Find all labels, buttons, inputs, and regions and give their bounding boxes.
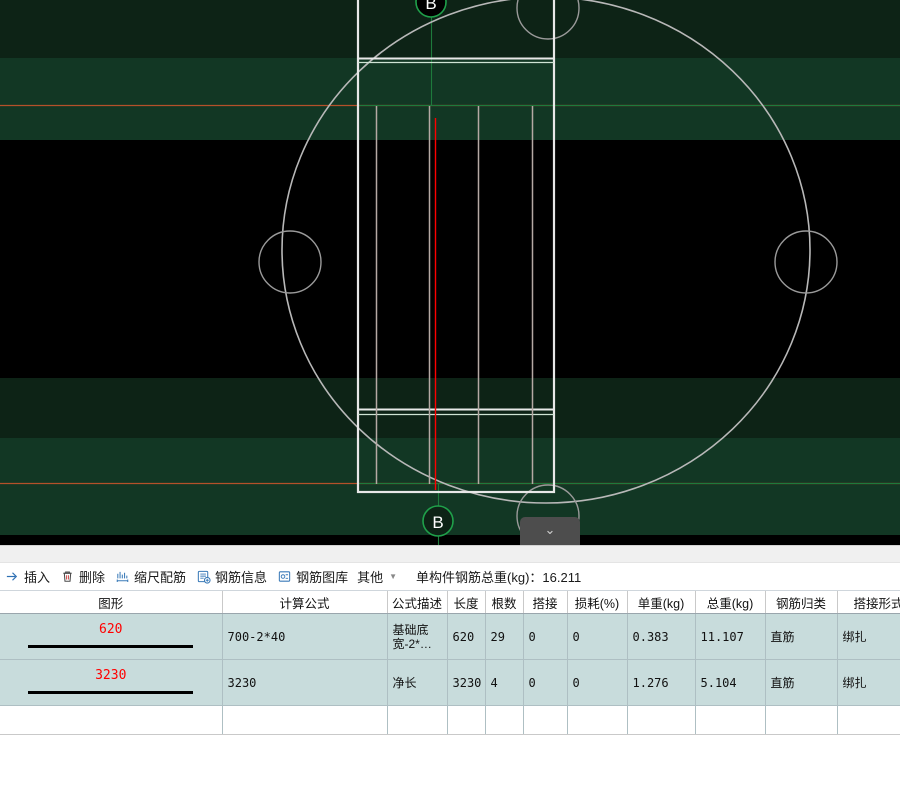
band-lower-dark bbox=[0, 378, 900, 438]
cell-loss[interactable]: 0 bbox=[567, 659, 628, 706]
shape-length-label: 3230 bbox=[95, 668, 127, 683]
rebar-table: 图形 计算公式 公式描述 长度 根数 搭接 损耗(%) 单重(kg) 总重(kg… bbox=[0, 591, 900, 735]
table-row[interactable]: 620 700-2*40 基础底宽-2*… 620 29 0 0 0.383 1… bbox=[0, 613, 900, 660]
axis-label-bottom[interactable]: B bbox=[422, 505, 454, 537]
chevron-down-icon: ▼ bbox=[389, 572, 398, 581]
col-header-unit-weight[interactable]: 单重(kg) bbox=[627, 591, 696, 614]
total-weight-label: 单构件钢筋总重(kg)：16.211 bbox=[416, 570, 582, 585]
cell-empty[interactable] bbox=[485, 705, 524, 735]
col-header-formula[interactable]: 计算公式 bbox=[222, 591, 388, 614]
panel-splitter[interactable] bbox=[0, 545, 900, 563]
cell-length[interactable]: 620 bbox=[447, 613, 486, 660]
scale-rebar-button[interactable]: 缩尺配筋 bbox=[112, 564, 193, 590]
rebar-table-container[interactable]: 图形 计算公式 公式描述 长度 根数 搭接 损耗(%) 单重(kg) 总重(kg… bbox=[0, 591, 900, 785]
insert-label: 插入 bbox=[24, 570, 51, 585]
trash-icon bbox=[59, 569, 75, 585]
cell-lap[interactable]: 0 bbox=[523, 613, 568, 660]
scale-rebar-icon bbox=[114, 569, 130, 585]
cell-empty[interactable] bbox=[447, 705, 486, 735]
cell-category[interactable]: 直筋 bbox=[765, 659, 838, 706]
table-blank-area bbox=[0, 735, 900, 737]
cell-description[interactable]: 净长 bbox=[387, 659, 448, 706]
insert-icon bbox=[4, 569, 20, 585]
cell-empty[interactable] bbox=[387, 705, 448, 735]
cell-empty[interactable] bbox=[765, 705, 838, 735]
rebar-toolbar: 插入 删除 缩尺配筋 钢筋信息 钢筋图库 其他 ▼ 单构件钢筋总重(kg)：16… bbox=[0, 563, 900, 591]
rebar-info-label: 钢筋信息 bbox=[215, 570, 268, 585]
cell-empty[interactable] bbox=[0, 705, 223, 735]
cad-drawing-svg: B B bbox=[0, 0, 900, 545]
cell-total-weight[interactable]: 5.104 bbox=[695, 659, 766, 706]
rebar-shape-diagram: 3230 bbox=[5, 660, 217, 705]
cell-unit-weight[interactable]: 1.276 bbox=[627, 659, 696, 706]
delete-label: 删除 bbox=[79, 570, 106, 585]
col-header-total-weight[interactable]: 总重(kg) bbox=[695, 591, 766, 614]
band-upper-green bbox=[0, 58, 900, 140]
canvas-collapse-button[interactable]: ⌄ bbox=[520, 517, 580, 545]
scale-rebar-label: 缩尺配筋 bbox=[134, 570, 187, 585]
cell-total-weight[interactable]: 11.107 bbox=[695, 613, 766, 660]
axis-label-bottom-text: B bbox=[432, 513, 443, 532]
rebar-info-icon bbox=[195, 569, 211, 585]
cell-formula[interactable]: 700-2*40 bbox=[222, 613, 388, 660]
insert-button[interactable]: 插入 bbox=[2, 564, 57, 590]
col-header-lap-type[interactable]: 搭接形式 bbox=[837, 591, 900, 614]
cell-shape[interactable]: 620 bbox=[0, 613, 223, 660]
delete-button[interactable]: 删除 bbox=[57, 564, 112, 590]
shape-length-label: 620 bbox=[99, 622, 123, 637]
cell-length[interactable]: 3230 bbox=[447, 659, 486, 706]
cell-lap-type[interactable]: 绑扎 bbox=[837, 613, 900, 660]
cell-empty[interactable] bbox=[523, 705, 568, 735]
cell-loss[interactable]: 0 bbox=[567, 613, 628, 660]
rebar-library-label: 钢筋图库 bbox=[296, 570, 349, 585]
col-header-length[interactable]: 长度 bbox=[447, 591, 486, 614]
table-header-row: 图形 计算公式 公式描述 长度 根数 搭接 损耗(%) 单重(kg) 总重(kg… bbox=[0, 591, 900, 614]
cell-description[interactable]: 基础底宽-2*… bbox=[387, 613, 448, 660]
col-header-lap[interactable]: 搭接 bbox=[523, 591, 568, 614]
table-row[interactable]: 3230 3230 净长 3230 4 0 0 1.276 5.104 直筋 绑… bbox=[0, 659, 900, 706]
cell-category[interactable]: 直筋 bbox=[765, 613, 838, 660]
col-header-loss[interactable]: 损耗(%) bbox=[567, 591, 628, 614]
rebar-library-button[interactable]: 钢筋图库 bbox=[274, 564, 355, 590]
cell-empty[interactable] bbox=[695, 705, 766, 735]
cad-drawing-canvas[interactable]: B B ⌄ bbox=[0, 0, 900, 545]
col-header-count[interactable]: 根数 bbox=[485, 591, 524, 614]
chevron-down-icon: ⌄ bbox=[544, 522, 556, 537]
rebar-library-icon bbox=[276, 569, 292, 585]
middle-void bbox=[358, 140, 554, 378]
table-row-empty[interactable] bbox=[0, 705, 900, 735]
other-menu-button[interactable]: 其他 ▼ bbox=[355, 564, 404, 590]
cell-shape[interactable]: 3230 bbox=[0, 659, 223, 706]
cell-lap-type[interactable]: 绑扎 bbox=[837, 659, 900, 706]
cell-unit-weight[interactable]: 0.383 bbox=[627, 613, 696, 660]
col-header-category[interactable]: 钢筋归类 bbox=[765, 591, 838, 614]
shape-bar-line bbox=[28, 691, 194, 694]
rebar-shape-diagram: 620 bbox=[5, 614, 217, 659]
cell-count[interactable]: 29 bbox=[485, 613, 524, 660]
cell-count[interactable]: 4 bbox=[485, 659, 524, 706]
cell-formula[interactable]: 3230 bbox=[222, 659, 388, 706]
col-header-shape[interactable]: 图形 bbox=[0, 591, 223, 614]
rebar-info-button[interactable]: 钢筋信息 bbox=[193, 564, 274, 590]
cell-lap[interactable]: 0 bbox=[523, 659, 568, 706]
cell-empty[interactable] bbox=[627, 705, 696, 735]
col-header-description[interactable]: 公式描述 bbox=[387, 591, 448, 614]
cell-empty[interactable] bbox=[222, 705, 388, 735]
shape-bar-line bbox=[28, 645, 194, 648]
band-upper-dark bbox=[0, 0, 900, 58]
cell-empty[interactable] bbox=[567, 705, 628, 735]
cell-empty[interactable] bbox=[837, 705, 900, 735]
other-menu-label: 其他 bbox=[357, 570, 384, 585]
axis-label-top-text: B bbox=[425, 0, 436, 13]
